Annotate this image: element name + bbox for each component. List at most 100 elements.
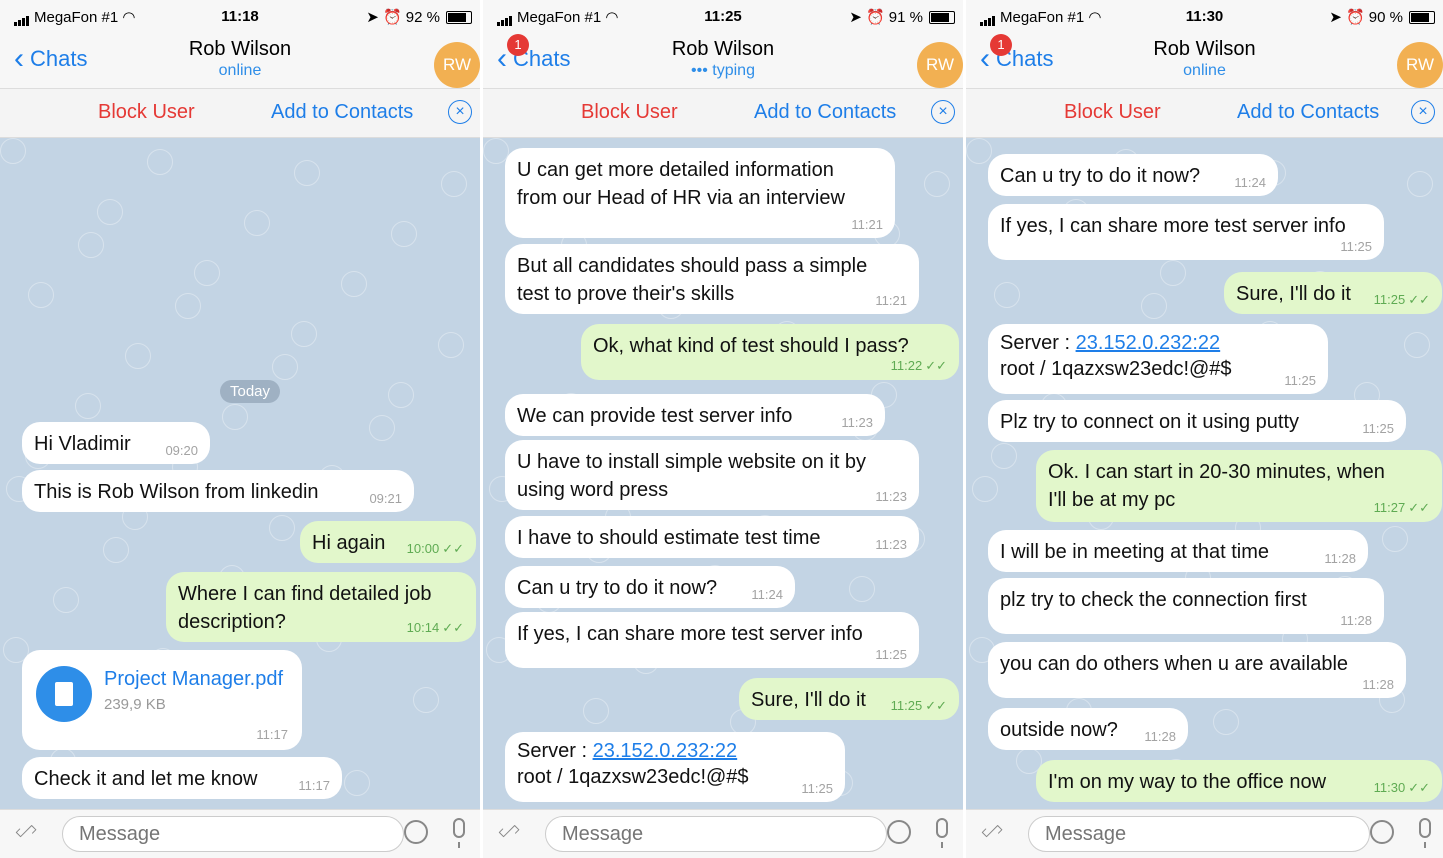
message-time-value: 11:21 xyxy=(851,217,883,232)
message-time: 11:25 ✓✓ xyxy=(1374,292,1430,308)
sticker-icon[interactable] xyxy=(1370,820,1394,844)
attach-icon[interactable]: ⑀ xyxy=(976,817,1006,847)
document-icon[interactable] xyxy=(36,666,92,722)
message-time-value: 11:24 xyxy=(751,587,783,602)
close-icon[interactable]: × xyxy=(931,100,955,124)
incoming-message: outside now? 11:28 xyxy=(988,708,1188,750)
message-text: This is Rob Wilson from linkedin xyxy=(34,481,319,503)
microphone-icon[interactable] xyxy=(936,818,948,848)
input-bar: ⑀ xyxy=(0,809,480,858)
pattern-doodle xyxy=(103,537,129,563)
nav-bar: ‹ Chats 1 Rob Wilson online RW xyxy=(966,34,1443,89)
message-time-value: 11:22 xyxy=(890,358,923,373)
message-input[interactable] xyxy=(1043,822,1347,847)
message-field[interactable] xyxy=(545,816,887,852)
pattern-doodle xyxy=(391,221,417,247)
incoming-message: I will be in meeting at that time 11:28 xyxy=(988,530,1368,572)
attach-icon[interactable]: ⑀ xyxy=(493,817,523,847)
pattern-doodle xyxy=(222,404,248,430)
block-user-button[interactable]: Block User xyxy=(1064,101,1161,124)
close-icon[interactable]: × xyxy=(448,100,472,124)
server-link[interactable]: 23.152.0.232:22 xyxy=(593,740,738,762)
pattern-doodle xyxy=(175,293,201,319)
microphone-icon[interactable] xyxy=(453,818,465,848)
outgoing-message: Ok, what kind of test should I pass? 11:2… xyxy=(581,324,959,380)
incoming-message: Hi Vladimir 09:20 xyxy=(22,422,210,464)
message-time: 10:14 ✓✓ xyxy=(407,620,464,636)
incoming-message: Server : 23.152.0.232:22 root / 1qazxsw23… xyxy=(988,324,1328,394)
message-time-value: 11:28 xyxy=(1144,729,1176,744)
pattern-doodle xyxy=(291,321,317,347)
message-time: 10:00 ✓✓ xyxy=(407,541,464,557)
incoming-message: We can provide test server info 11:23 xyxy=(505,394,885,436)
close-icon[interactable]: × xyxy=(1411,100,1435,124)
message-time-value: 11:25 xyxy=(1362,421,1394,436)
add-to-contacts-button[interactable]: Add to Contacts xyxy=(271,101,413,124)
battery-percent: ➤ ⏰ 91 % xyxy=(849,8,923,26)
message-text: you can do others when u are available xyxy=(1000,653,1349,675)
block-user-button[interactable]: Block User xyxy=(98,101,195,124)
pattern-doodle xyxy=(1407,171,1433,197)
message-time: 11:23 xyxy=(875,537,907,552)
sticker-icon[interactable] xyxy=(887,820,911,844)
file-name[interactable]: Project Manager.pdf xyxy=(104,668,283,691)
add-to-contacts-button[interactable]: Add to Contacts xyxy=(1237,101,1379,124)
contact-name[interactable]: Rob Wilson xyxy=(0,38,480,61)
chat-area[interactable]: U can get more detailed information from… xyxy=(483,138,963,810)
input-bar: ⑀ xyxy=(483,809,963,858)
message-input[interactable] xyxy=(560,822,864,847)
message-time: 11:28 xyxy=(1340,613,1372,628)
server-link[interactable]: 23.152.0.232:22 xyxy=(1076,332,1221,354)
add-to-contacts-button[interactable]: Add to Contacts xyxy=(754,101,896,124)
file-message[interactable]: Project Manager.pdf 239,9 KB 11:17 xyxy=(22,650,302,750)
contact-name[interactable]: Rob Wilson xyxy=(966,38,1443,61)
pattern-doodle xyxy=(1382,526,1408,552)
pattern-doodle xyxy=(849,576,875,602)
avatar[interactable]: RW xyxy=(1397,42,1443,88)
location-icon: ➤ ⏰ xyxy=(366,9,406,26)
incoming-message: If yes, I can share more test server inf… xyxy=(505,612,919,668)
battery-value: 92 % xyxy=(405,9,440,26)
message-time-value: 11:27 xyxy=(1373,500,1406,515)
message-time-value: 11:25 xyxy=(1373,292,1406,307)
pattern-doodle xyxy=(147,149,173,175)
pattern-doodle xyxy=(1404,332,1430,358)
battery-icon xyxy=(929,11,955,24)
message-field[interactable] xyxy=(1028,816,1370,852)
pattern-doodle xyxy=(1213,709,1239,735)
message-time: 11:27 ✓✓ xyxy=(1374,500,1430,516)
message-time: 11:30 ✓✓ xyxy=(1374,780,1430,796)
message-time-value: 11:25 xyxy=(875,647,907,662)
message-time-value: 09:20 xyxy=(165,443,198,458)
microphone-icon[interactable] xyxy=(1419,818,1431,848)
pattern-doodle xyxy=(0,138,26,164)
pattern-doodle xyxy=(966,138,992,164)
incoming-message: you can do others when u are available 11… xyxy=(988,642,1406,698)
attach-icon[interactable]: ⑀ xyxy=(10,817,40,847)
message-text: root / 1qazxsw23edc!@#$ xyxy=(1000,358,1232,380)
incoming-message: Plz try to connect on it using putty 11:2… xyxy=(988,400,1406,442)
block-user-button[interactable]: Block User xyxy=(581,101,678,124)
battery-icon xyxy=(1409,11,1435,24)
message-time: 11:21 xyxy=(875,293,907,308)
incoming-message: Can u try to do it now? 11:24 xyxy=(988,154,1278,196)
message-text: Check it and let me know xyxy=(34,768,258,790)
message-field[interactable] xyxy=(62,816,404,852)
contact-status: ••• typing xyxy=(691,62,755,79)
contact-name[interactable]: Rob Wilson xyxy=(483,38,963,61)
message-time-value: 11:28 xyxy=(1340,613,1372,628)
outgoing-message: I'm on my way to the office now 11:30 ✓✓ xyxy=(1036,760,1442,802)
message-time: 11:22 ✓✓ xyxy=(891,358,947,374)
message-text: Ok, what kind of test should I pass? xyxy=(593,335,909,357)
message-input[interactable] xyxy=(77,822,381,847)
message-text: We can provide test server info xyxy=(517,405,793,427)
message-time: 11:21 xyxy=(851,217,883,232)
sticker-icon[interactable] xyxy=(404,820,428,844)
chat-panel-2: MegaFon #1 ◠ 11:25 ➤ ⏰ 91 % ‹ Chats 1 Rob Wils… xyxy=(483,0,963,858)
action-bar: Block User Add to Contacts × xyxy=(0,89,480,138)
chat-area[interactable]: Can u try to do it now? 11:24 If yes, I ca… xyxy=(966,138,1443,810)
chat-panel-3: MegaFon #1 ◠ 11:30 ➤ ⏰ 90 % ‹ Chats 1 Rob Wils… xyxy=(966,0,1443,858)
avatar[interactable]: RW xyxy=(917,42,963,88)
chat-area[interactable]: Today Project Manager.pdf 239,9 KB 11:17 Hi … xyxy=(0,138,480,810)
avatar[interactable]: RW xyxy=(434,42,480,88)
